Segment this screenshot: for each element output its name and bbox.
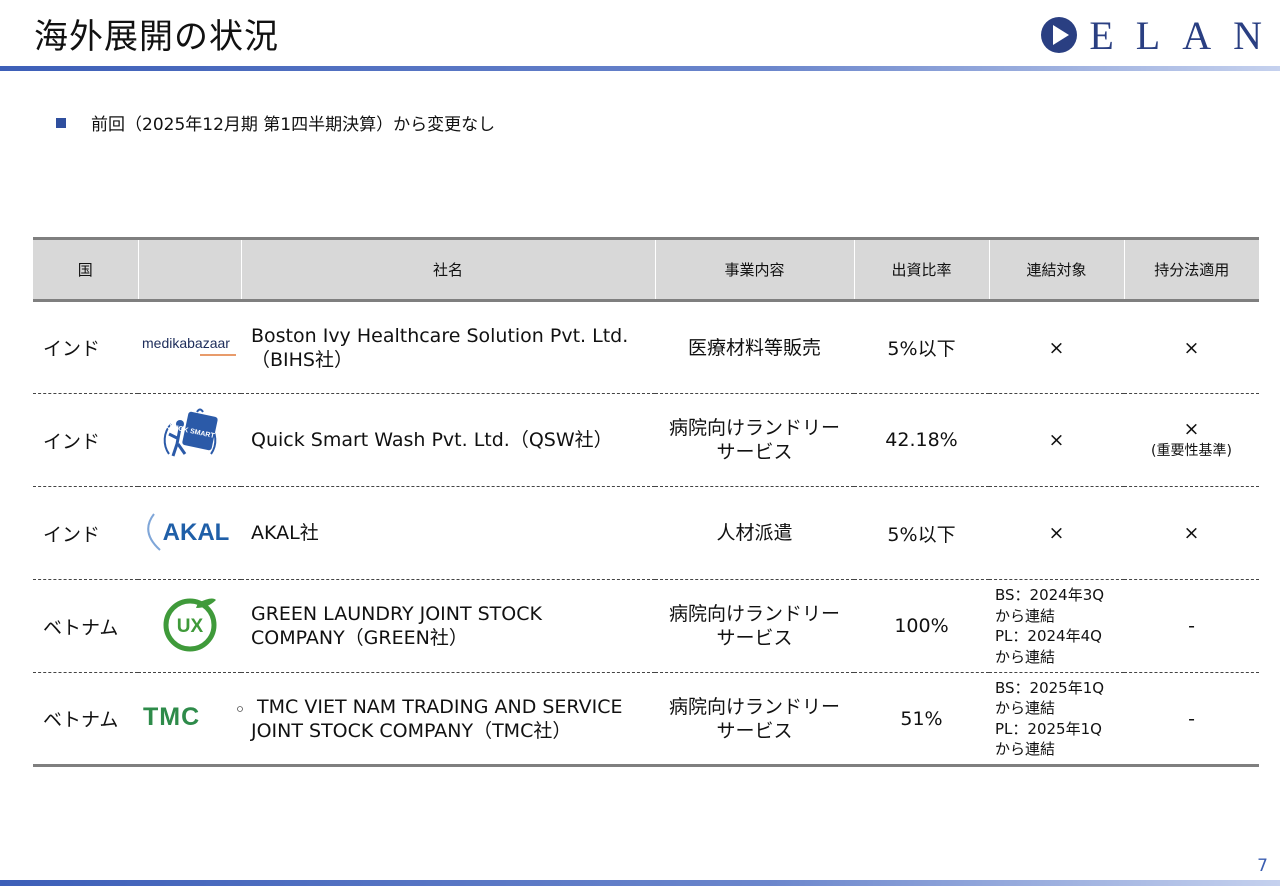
business-line: サービス xyxy=(716,441,793,463)
company-name-line: AKAL社 xyxy=(251,522,319,544)
business-line: 病院向けランドリー xyxy=(668,603,840,625)
ratio-cell: 5%以下 xyxy=(854,300,989,394)
green-laundry-logo: UX xyxy=(138,579,241,673)
equity-note: (重要性基準) xyxy=(1151,443,1232,459)
equity-cell: - xyxy=(1124,579,1259,673)
elan-mark-icon xyxy=(1041,17,1078,53)
tmc-wordmark: TMC xyxy=(143,703,200,731)
equity-cell: × (重要性基準) xyxy=(1124,393,1259,487)
table-row: インド medikabazaar Boston Ivy Healthcare S… xyxy=(33,300,1259,394)
header-country: 国 xyxy=(33,237,138,302)
akal-wordmark: AKAL xyxy=(162,519,229,546)
country-cell: ベトナム xyxy=(33,672,138,767)
table-header-row: 国 社名 事業内容 出資比率 連結対象 持分法適用 xyxy=(33,237,1259,302)
header-company: 社名 xyxy=(240,237,655,302)
consolidated-cell: BS：2024年3Q から連結 PL：2024年4Q から連結 xyxy=(989,579,1124,673)
consolidated-line: PL：2025年1Q xyxy=(995,719,1102,738)
brand-name: ELAN xyxy=(1089,12,1280,58)
equity-cell: - xyxy=(1124,672,1259,767)
green-laundry-wordmark: UX xyxy=(176,616,203,637)
company-name-cell: Quick Smart Wash Pvt. Ltd.（QSW社） xyxy=(241,393,655,487)
business-line: 人材派遣 xyxy=(716,522,793,544)
table-row: インド QUICK SMART WASH Quick Smart Wash Pv… xyxy=(33,393,1259,487)
table-row: インド AKAL AKAL社 人材派遣 5%以下 × × xyxy=(33,486,1259,580)
company-name-line: Quick Smart Wash Pvt. Ltd.（QSW社） xyxy=(251,429,613,451)
company-name-line: TMC VIET NAM TRADING AND SERVICE xyxy=(251,695,623,718)
country-cell: インド xyxy=(33,300,138,394)
overseas-subsidiaries-table: 国 社名 事業内容 出資比率 連結対象 持分法適用 インド medikabaza… xyxy=(33,237,1259,767)
company-name-line: Boston Ivy Healthcare Solution Pvt. Ltd. xyxy=(251,324,629,347)
consolidated-line: BS：2024年3Q xyxy=(995,586,1105,604)
business-cell: 病院向けランドリー サービス xyxy=(655,393,854,487)
consolidated-cell: × xyxy=(989,393,1124,487)
company-name-line: GREEN LAUNDRY JOINT STOCK xyxy=(251,603,542,625)
registered-mark-icon xyxy=(237,706,243,712)
ratio-cell: 51% xyxy=(854,672,989,767)
consolidated-cell: BS：2025年1Q から連結 PL：2025年1Q から連結 xyxy=(989,672,1124,767)
country-cell: インド xyxy=(33,393,138,487)
consolidated-cell: × xyxy=(989,300,1124,394)
consolidated-line: から連結 xyxy=(995,606,1056,625)
table-row: ベトナム TMC TMC VIET NAM TRADING AND SERVIC… xyxy=(33,672,1259,767)
consolidated-line: BS：2025年1Q xyxy=(995,678,1105,697)
company-name-line: JOINT STOCK COMPANY（TMC社） xyxy=(251,719,572,742)
quick-smart-wash-logo: QUICK SMART WASH xyxy=(138,393,241,487)
header-logo xyxy=(137,237,241,302)
business-line: 病院向けランドリー xyxy=(668,417,840,439)
equity-value: - xyxy=(1188,615,1195,637)
equity-value: - xyxy=(1188,707,1195,730)
business-cell: 医療材料等販売 xyxy=(655,300,854,394)
ratio-cell: 100% xyxy=(854,579,989,673)
page-title: 海外展開の状況 xyxy=(34,17,279,57)
equity-value: × xyxy=(1183,418,1200,440)
consolidated-cell: × xyxy=(989,486,1124,580)
elan-logo: ELAN xyxy=(1039,12,1262,58)
business-cell: 病院向けランドリー サービス xyxy=(655,672,854,767)
company-name-line: COMPANY（GREEN社） xyxy=(251,627,468,649)
medikabazaar-wordmark: medikabazaar xyxy=(142,335,230,351)
company-name-line: （BIHS社） xyxy=(251,348,353,371)
ratio-cell: 5%以下 xyxy=(854,486,989,580)
ratio-cell: 42.18% xyxy=(854,393,989,487)
business-line: 病院向けランドリー xyxy=(668,695,840,718)
header-business: 事業内容 xyxy=(654,237,854,302)
consolidated-line: PL：2024年4Q xyxy=(995,627,1102,645)
header-consolidated: 連結対象 xyxy=(988,237,1124,302)
business-line: 医療材料等販売 xyxy=(687,336,821,359)
company-name-cell: GREEN LAUNDRY JOINT STOCK COMPANY（GREEN社… xyxy=(241,579,655,673)
company-name-cell: AKAL社 xyxy=(241,486,655,580)
business-line: サービス xyxy=(716,719,793,742)
company-name-cell: TMC VIET NAM TRADING AND SERVICE JOINT S… xyxy=(241,672,655,767)
header-ratio: 出資比率 xyxy=(853,237,989,302)
consolidated-line: から連結 xyxy=(995,699,1056,717)
bullet-text: 前回（2025年12月期 第1四半期決算）から変更なし xyxy=(91,115,496,135)
equity-cell: × xyxy=(1124,486,1259,580)
equity-cell: × xyxy=(1124,300,1259,394)
page-number: 7 xyxy=(1257,856,1268,876)
table-row: ベトナム UX GREEN LAUNDRY JOINT STOCK COMPAN… xyxy=(33,579,1259,673)
company-name-cell: Boston Ivy Healthcare Solution Pvt. Ltd.… xyxy=(241,300,655,394)
tmc-logo: TMC xyxy=(138,672,243,767)
medikabazaar-logo: medikabazaar xyxy=(138,300,241,394)
country-cell: インド xyxy=(33,486,138,580)
business-line: サービス xyxy=(716,627,793,649)
title-divider xyxy=(0,66,1280,71)
akal-logo: AKAL xyxy=(138,486,241,580)
equity-value: × xyxy=(1183,522,1200,544)
business-cell: 病院向けランドリー サービス xyxy=(655,579,854,673)
consolidated-line: から連結 xyxy=(995,740,1056,758)
square-bullet-icon xyxy=(56,117,66,128)
country-cell: ベトナム xyxy=(33,579,138,673)
consolidated-line: から連結 xyxy=(995,647,1056,666)
business-cell: 人材派遣 xyxy=(655,486,854,580)
bullet-note: 前回（2025年12月期 第1四半期決算）から変更なし xyxy=(56,110,495,135)
equity-value: × xyxy=(1183,336,1200,359)
header-equity: 持分法適用 xyxy=(1123,237,1259,302)
footer-bar xyxy=(0,880,1280,886)
